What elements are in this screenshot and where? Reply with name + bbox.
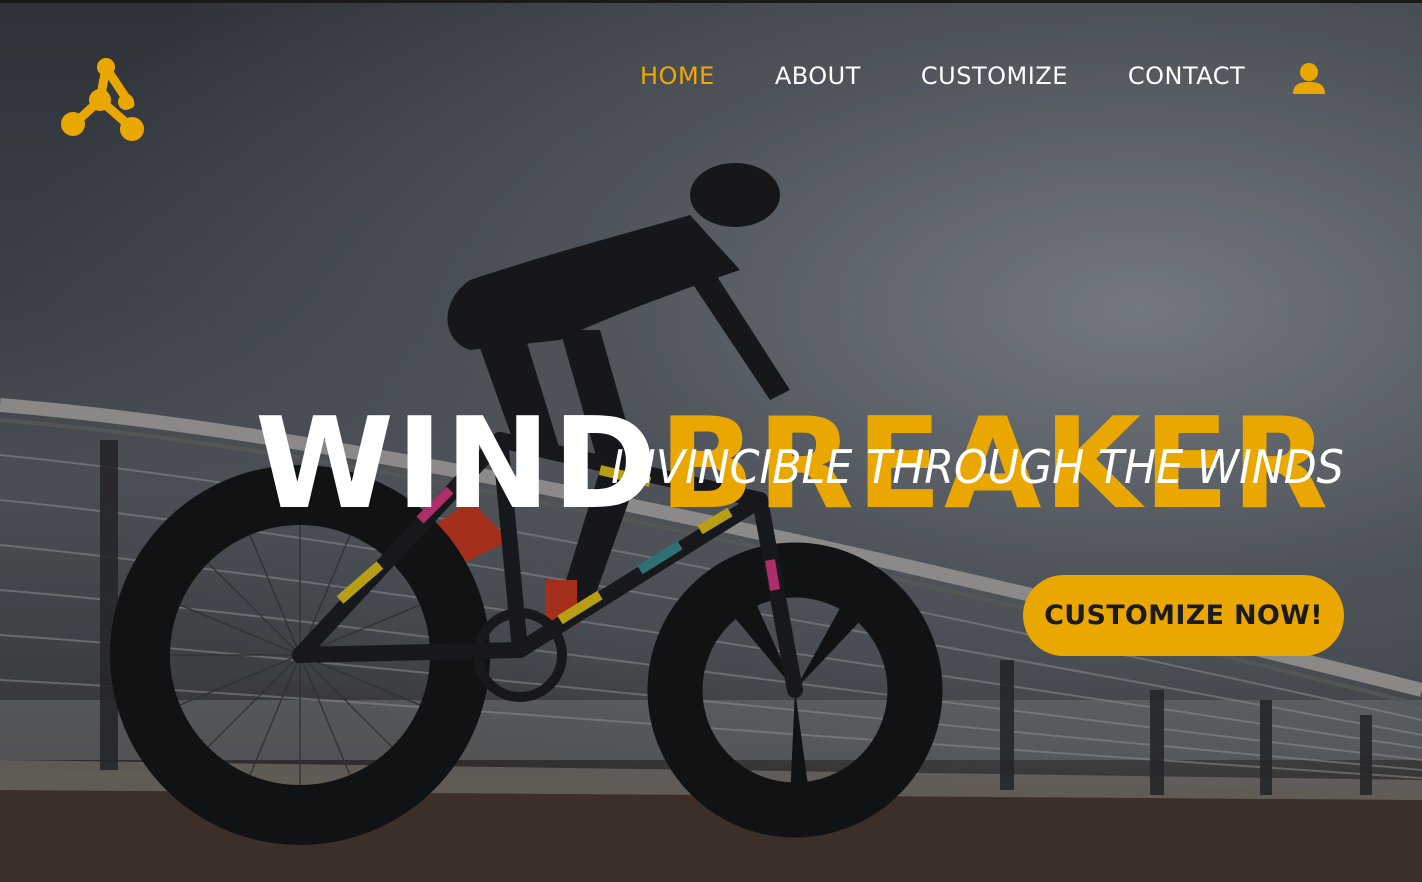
hero-title-wind: WIND [255, 390, 659, 538]
nav-item-contact[interactable]: CONTACT [1128, 62, 1245, 90]
nav-item-customize[interactable]: CUSTOMIZE [921, 62, 1068, 90]
nav-item-home[interactable]: HOME [640, 62, 715, 90]
customize-now-button[interactable]: CUSTOMIZE NOW! [1023, 575, 1344, 656]
molecule-logo-icon[interactable] [60, 58, 146, 142]
landing-page: HOME ABOUT CUSTOMIZE CONTACT WINDBREAKER… [0, 0, 1422, 882]
top-border [0, 0, 1422, 3]
hero-tagline: INVINCIBLE THROUGH THE WINDS [611, 440, 1344, 494]
main-nav: HOME ABOUT CUSTOMIZE CONTACT [640, 62, 1305, 90]
nav-item-about[interactable]: ABOUT [775, 62, 861, 90]
user-icon[interactable] [1292, 62, 1326, 96]
